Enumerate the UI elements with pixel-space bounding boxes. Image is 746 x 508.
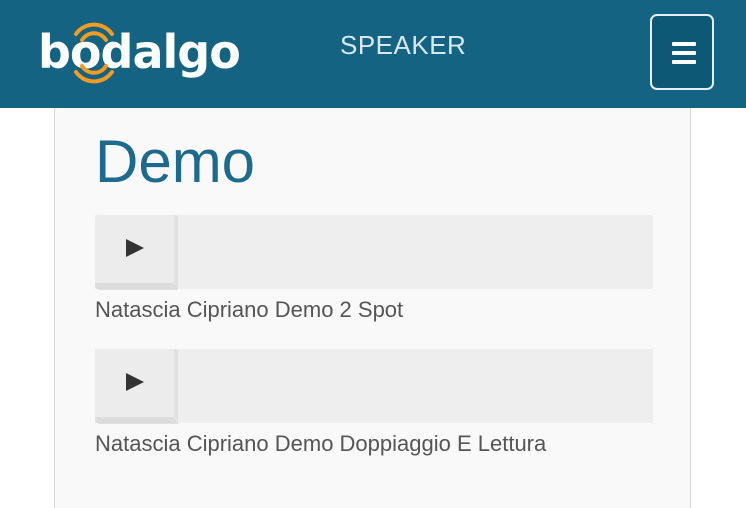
audio-player	[95, 349, 653, 423]
menu-toggle-button[interactable]	[650, 14, 714, 90]
sound-waves-icon	[74, 22, 114, 84]
hamburger-icon-bar	[672, 60, 696, 64]
play-button[interactable]	[95, 215, 177, 289]
play-button[interactable]	[95, 349, 177, 423]
play-icon	[126, 239, 144, 257]
bodalgo-logo[interactable]: bodalgo	[38, 16, 241, 86]
demo-label: Natascia Cipriano Demo Doppiaggio E Lett…	[95, 431, 547, 456]
page-title: Demo	[95, 128, 256, 195]
audio-player	[95, 215, 653, 289]
site-header: bodalgo SPEAKER	[0, 0, 746, 108]
hamburger-icon	[672, 42, 696, 46]
hamburger-icon-bar	[672, 51, 696, 55]
demo-label: Natascia Cipriano Demo 2 Spot	[95, 297, 404, 322]
section-title: SPEAKER	[340, 30, 467, 60]
demo-card: Demo Natascia Cipriano Demo 2 Spot Natas…	[54, 108, 691, 508]
audio-progress-track[interactable]	[177, 349, 653, 423]
audio-progress-track[interactable]	[177, 215, 653, 289]
play-icon	[126, 373, 144, 391]
